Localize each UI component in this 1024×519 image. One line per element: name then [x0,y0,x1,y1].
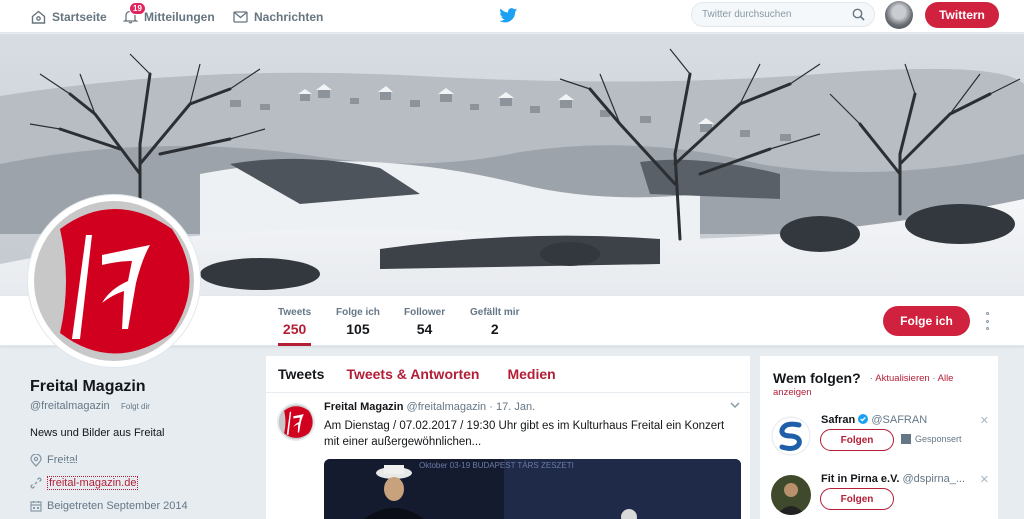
website-link[interactable]: freital-magazin.de [47,476,139,490]
tweet-button[interactable]: Twittern [925,2,999,28]
profile-website: freital-magazin.de [30,475,139,491]
profile-location: Freital [30,452,78,468]
sponsored-text: Gesponsert [915,434,962,444]
freital-logo [34,201,194,361]
tweet[interactable]: Freital Magazin @freitalmagazin · 17. Ja… [266,393,750,519]
profile-handle[interactable]: @freitalmagazin [30,400,110,412]
stat-label: Follower [404,307,446,318]
follow-button[interactable]: Folge ich [883,306,970,336]
nav-home[interactable]: Startseite [31,0,107,33]
nav-home-label: Startseite [52,9,107,24]
envelope-icon [233,10,248,23]
joined-text: Beigetreten September 2014 [47,500,188,512]
suggestion-handle[interactable]: @SAFRAN [871,414,927,426]
home-icon [31,10,46,24]
dismiss-icon[interactable]: ✕ [980,414,989,427]
stat-tweets[interactable]: Tweets 250 [278,307,312,346]
tweet-author-handle[interactable]: @freitalmagazin [407,401,487,413]
tweet-separator: · [489,401,493,413]
suggestion-avatar[interactable] [771,475,811,515]
separator: · [870,373,874,384]
suggestion-item[interactable]: Fit in Pirna e.V. @dspirna_... ✕ Folgen [771,473,993,519]
stat-label: Folge ich [336,307,380,318]
stat-label: Gefällt mir [470,307,520,318]
stat-value: 105 [346,321,370,337]
profile-bio: News und Bilder aus Freital [30,427,165,439]
chevron-down-icon[interactable] [730,402,740,409]
tweet-author-name[interactable]: Freital Magazin [324,401,403,413]
media-text: Oktober 03-19 BUDAPEST TÁRS ZESZETI [419,461,574,470]
separator: · [932,373,936,384]
more-options-icon[interactable] [982,312,992,330]
suggestion-name-line: Safran @SAFRAN [821,414,927,426]
tab-tweets-replies[interactable]: Tweets & Antworten [346,366,479,382]
refresh-link[interactable]: Aktualisieren [875,373,929,384]
suggestion-name[interactable]: Fit in Pirna e.V. [821,473,899,485]
calendar-icon [30,501,42,512]
search-box[interactable] [691,2,875,27]
location-pin-icon [30,453,42,467]
tweet-avatar[interactable] [277,403,315,441]
profile-joined: Beigetreten September 2014 [30,498,188,514]
suggestion-follow-button[interactable]: Folgen [820,488,894,510]
promoted-icon [901,434,911,444]
suggestion-name-line: Fit in Pirna e.V. @dspirna_... [821,473,965,485]
tweet-media-image[interactable]: Oktober 03-19 BUDAPEST TÁRS ZESZETI [324,459,741,519]
follows-you-badge: Folgt dir [121,402,150,411]
tweet-date[interactable]: 17. Jan. [496,401,535,413]
concert-photo: Oktober 03-19 BUDAPEST TÁRS ZESZETI [324,459,741,519]
divider [60,461,225,462]
safran-logo [771,416,811,456]
freital-logo [278,404,314,440]
tweet-header: Freital Magazin @freitalmagazin · 17. Ja… [324,401,535,413]
nav-messages-label: Nachrichten [254,9,324,24]
search-input[interactable] [692,3,842,26]
notification-count-badge: 19 [129,2,146,15]
stat-likes[interactable]: Gefällt mir 2 [470,307,519,337]
nav-messages[interactable]: Nachrichten [233,0,323,33]
suggestion-name[interactable]: Safran [821,414,855,426]
sponsored-label: Gesponsert [901,434,962,444]
timeline-tabs: Tweets Tweets & Antworten Medien [266,356,750,393]
profile-name[interactable]: Freital Magazin [30,378,146,396]
stat-following[interactable]: Folge ich 105 [336,307,380,337]
who-to-follow-links: · Aktualisieren · Alle anzeigen [773,372,993,400]
who-to-follow-card: Wem folgen? · Aktualisieren · Alle anzei… [760,356,998,519]
profile-avatar[interactable] [28,195,200,367]
verified-badge-icon [858,414,869,424]
suggestion-handle[interactable]: @dspirna_... [903,473,966,485]
search-icon[interactable] [852,8,865,21]
tweet-text: Am Dienstag / 07.02.2017 / 19:30 Uhr gib… [324,420,725,448]
stat-value: 250 [282,321,307,337]
timeline: Tweets Tweets & Antworten Medien Freital… [266,356,750,519]
stat-value: 54 [416,321,433,337]
twitter-bird-icon[interactable] [499,8,518,23]
suggestion-avatar[interactable] [771,416,811,456]
suggestion-follow-button[interactable]: Folgen [820,429,894,451]
tab-media[interactable]: Medien [507,366,555,382]
stat-followers[interactable]: Follower 54 [404,307,445,337]
top-navigation: Startseite 19 Mitteilungen Nachrichten T… [0,0,1024,33]
link-icon [30,477,42,489]
person-photo [771,475,811,515]
stat-value: 2 [490,321,499,337]
nav-notifications-label: Mitteilungen [144,9,215,24]
tab-tweets[interactable]: Tweets [278,366,324,382]
dismiss-icon[interactable]: ✕ [980,473,989,486]
stat-label: Tweets [278,307,312,318]
suggestion-item[interactable]: Safran @SAFRAN ✕ Folgen Gesponsert [771,414,993,470]
nav-notifications[interactable]: 19 Mitteilungen [123,0,215,33]
location-text: Freital [47,454,78,466]
user-avatar[interactable] [885,1,913,29]
